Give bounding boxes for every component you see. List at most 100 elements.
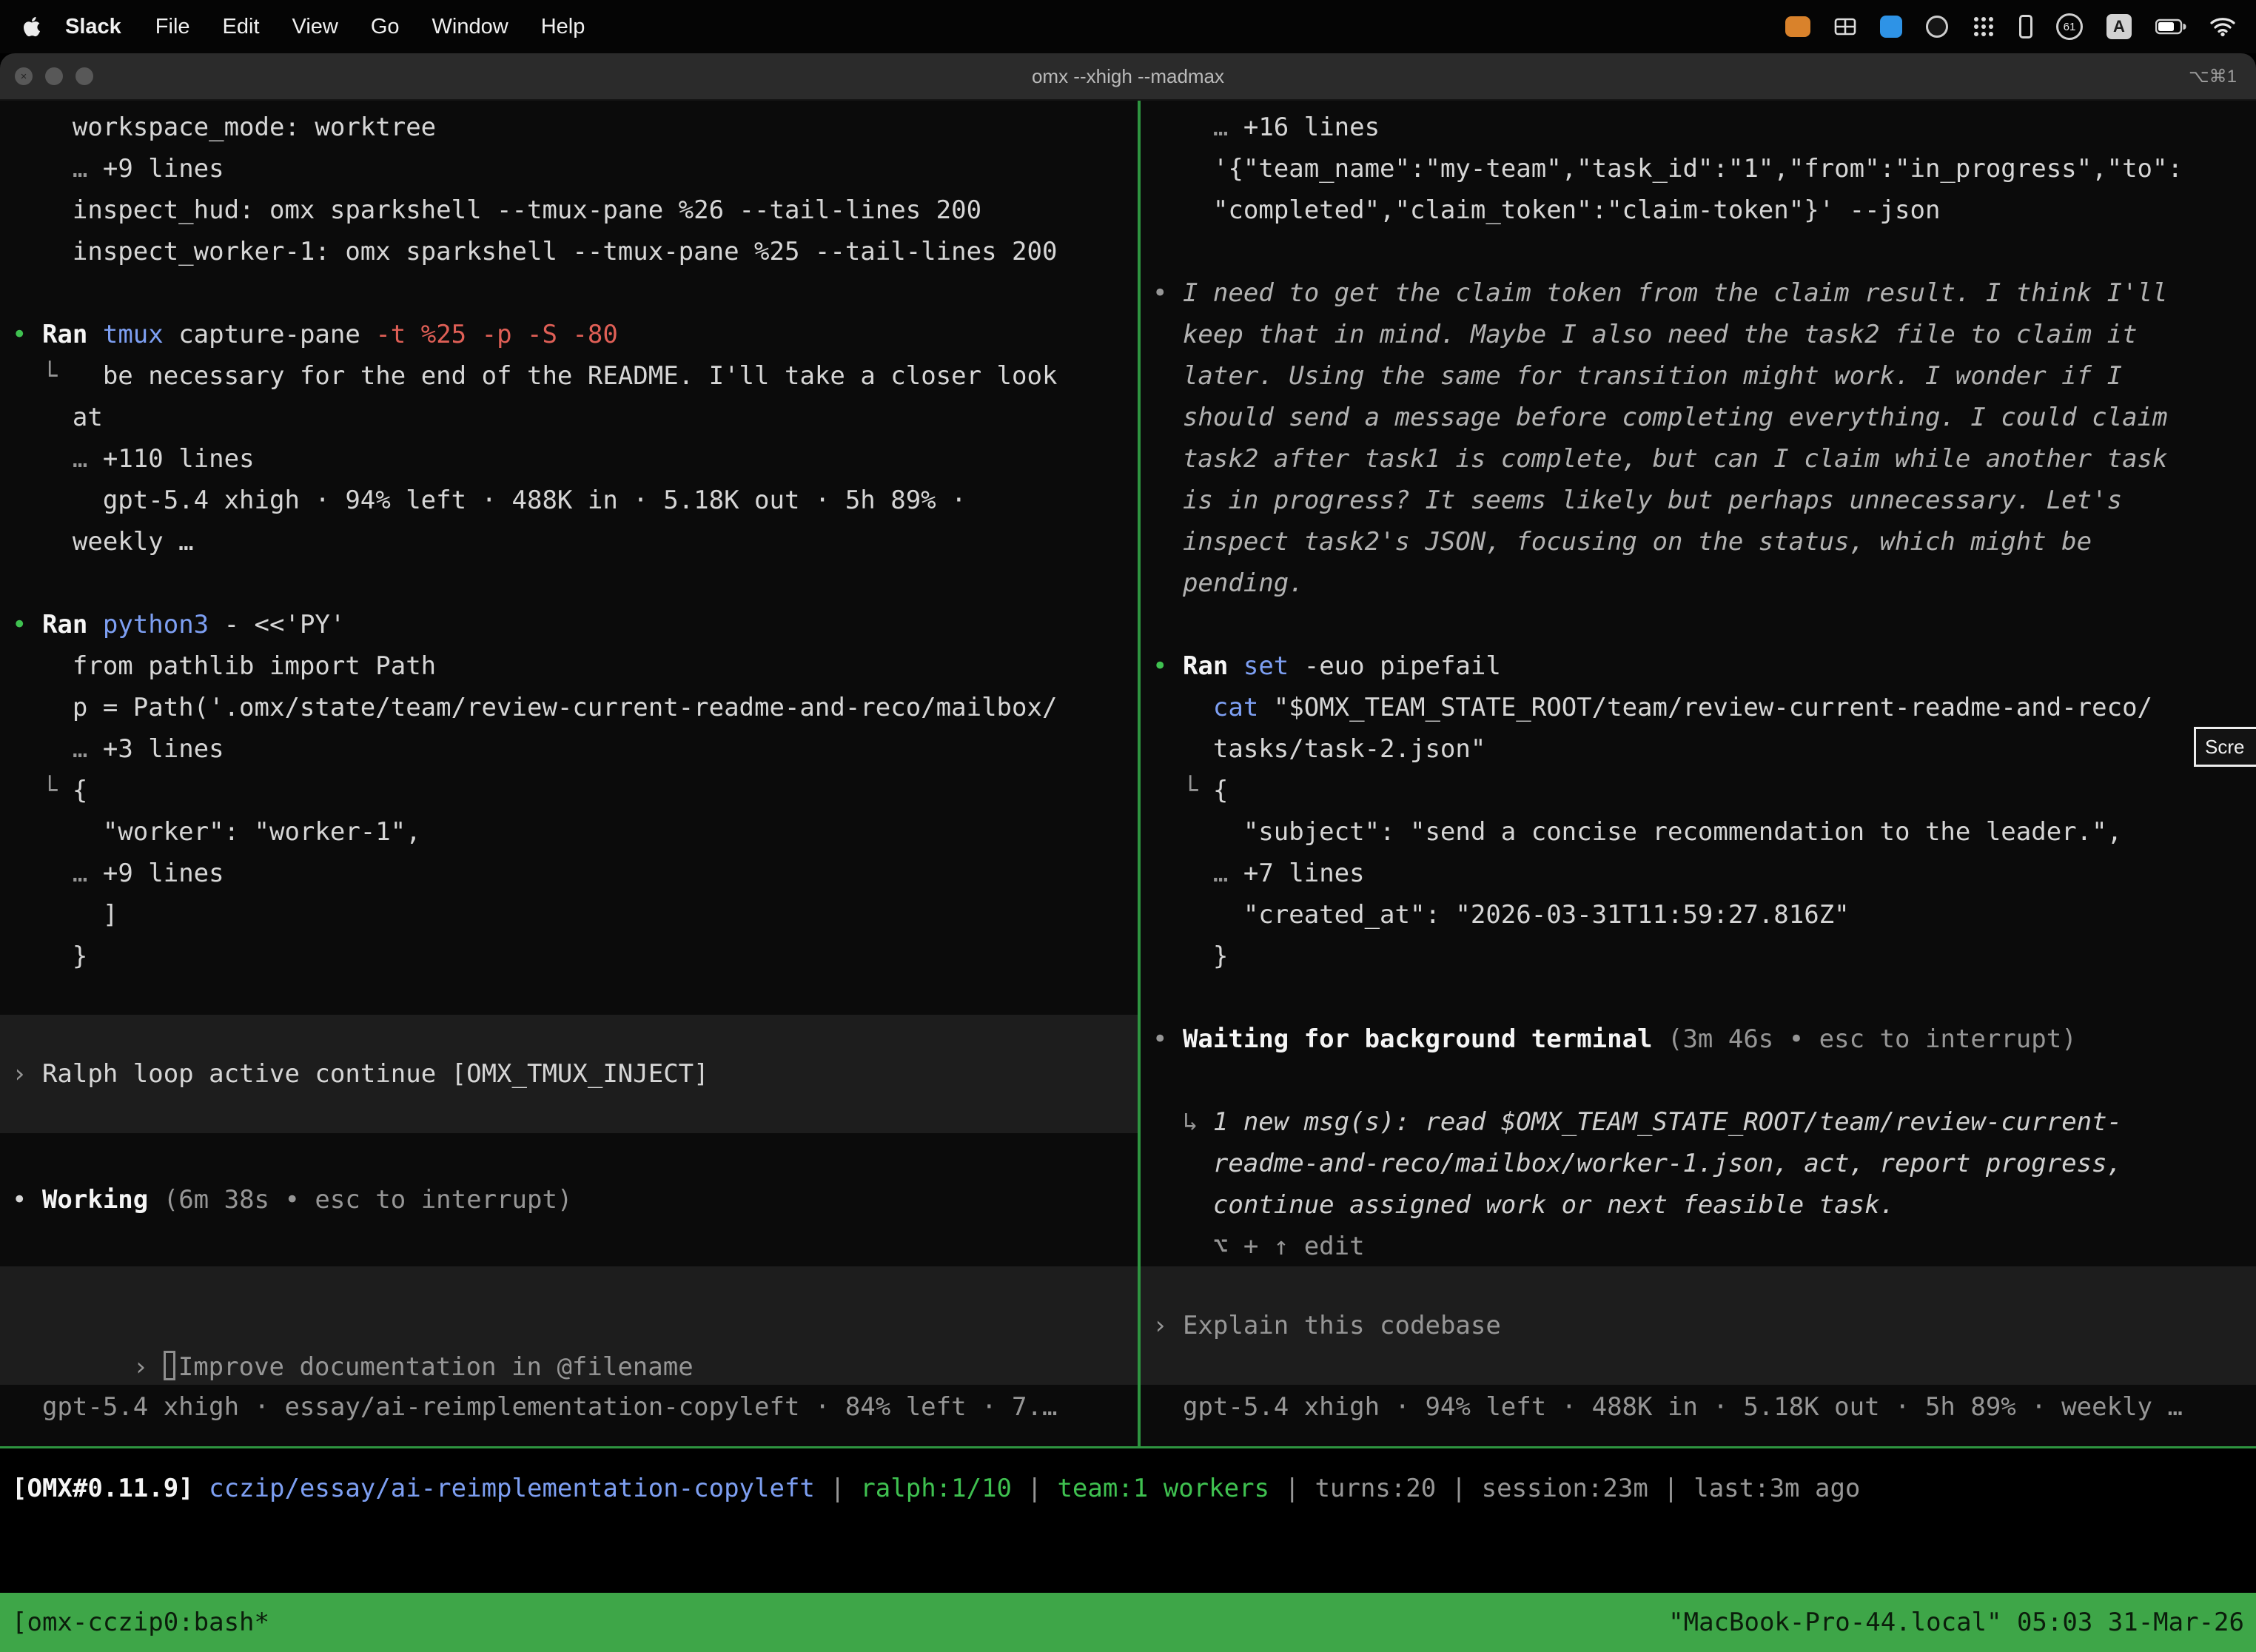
window-grid-icon[interactable] (1834, 17, 1856, 36)
terminal-line: is in progress? It seems likely but perh… (1152, 480, 2256, 521)
text-segment: ↳ (1152, 1107, 1213, 1137)
text-segment: session:23m (1482, 1474, 1648, 1503)
text-segment: - <<'PY' (224, 610, 346, 639)
battery-percent-badge[interactable]: 61 (2056, 13, 2083, 40)
text-segment: ⌥ + ↑ edit (1152, 1232, 1365, 1261)
text-segment: "completed","claim_token":"claim-token"}… (1152, 195, 1940, 225)
text-segment (12, 859, 73, 888)
text-segment: gpt-5.4 xhigh · essay/ai-reimplementatio… (12, 1392, 1057, 1422)
terminal-line: ⌥ + ↑ edit (1152, 1226, 2256, 1267)
model-status-left: gpt-5.4 xhigh · essay/ai-reimplementatio… (0, 1386, 1138, 1428)
text-segment: { (73, 776, 87, 805)
text-segment: • (1152, 278, 1183, 308)
apple-menu-icon[interactable] (22, 16, 41, 38)
text-segment: last:3m ago (1693, 1474, 1860, 1503)
text-segment: is in progress? It seems likely but perh… (1152, 486, 2122, 515)
prompt-input-left[interactable]: › Improve documentation in @filename (0, 1266, 1138, 1385)
terminal-line: "worker": "worker-1", (12, 811, 1138, 853)
blue-app-icon[interactable] (1880, 16, 1902, 38)
terminal-line: … +110 lines (12, 438, 1138, 480)
text-segment: workspace_mode: worktree (12, 113, 436, 142)
screen-share-tooltip: Scre (2194, 727, 2256, 767)
text-segment: ] (12, 900, 118, 930)
text-segment (12, 154, 73, 184)
text-segment: '{"team_name":"my-team","task_id":"1","f… (1152, 154, 2183, 184)
tmux-session-name: [omx-cczip0:bash* (12, 1608, 269, 1637)
text-segment: … (73, 444, 103, 474)
model-status-right-text: gpt-5.4 xhigh · 94% left · 488K in · 5.1… (1152, 1386, 2256, 1428)
omx-session-status-area: [OMX#0.11.9] cczip/essay/ai-reimplementa… (0, 1448, 2256, 1593)
dots-grid-icon[interactable] (1972, 15, 1995, 38)
text-segment: } (12, 941, 87, 971)
text-segment: p = Path('.omx/state/team/review-current… (12, 693, 1057, 722)
traffic-lights: × (0, 67, 93, 85)
text-segment: Ran (42, 320, 103, 349)
terminal-line: inspect_hud: omx sparkshell --tmux-pane … (12, 189, 1138, 231)
text-segment: +9 lines (103, 859, 224, 888)
window-minimize-button[interactable] (45, 67, 63, 85)
menu-help[interactable]: Help (525, 15, 602, 39)
app-menu-slack[interactable]: Slack (53, 15, 139, 39)
text-segment (1152, 113, 1213, 142)
menu-file[interactable]: File (139, 15, 207, 39)
text-segment: • (12, 1185, 42, 1215)
text-segment: └ (1152, 776, 1213, 805)
terminal-line: • Ran python3 - <<'PY' (12, 604, 1138, 645)
ralph-inject-text: › Ralph loop active continue [OMX_TMUX_I… (12, 1053, 709, 1095)
ralph-inject-banner: › Ralph loop active continue [OMX_TMUX_I… (0, 1015, 1138, 1133)
window-title: omx --xhigh --madmax (0, 65, 2256, 88)
text-segment: … (73, 734, 103, 764)
text-segment: turns:20 (1315, 1474, 1436, 1503)
terminal-line: … +9 lines (12, 148, 1138, 189)
text-segment (1152, 693, 1213, 722)
terminal-line: ] (12, 894, 1138, 936)
ring-app-icon[interactable] (1926, 16, 1948, 38)
terminal-line: inspect_worker-1: omx sparkshell --tmux-… (12, 231, 1138, 272)
text-segment: -t %25 -p -S -80 (375, 320, 618, 349)
text-segment: +3 lines (103, 734, 224, 764)
prompt-chevron: › (133, 1352, 164, 1382)
menu-view[interactable]: View (276, 15, 355, 39)
text-segment: later. Using the same for transition mig… (1152, 361, 2122, 391)
menu-bar-status-items: 61 A (1785, 13, 2235, 40)
tmux-host-and-clock: "MacBook-Pro-44.local" 05:03 31-Mar-26 (1668, 1608, 2244, 1637)
terminal-line: "subject": "send a concise recommendatio… (1152, 811, 2256, 853)
terminal-line: • Waiting for background terminal (3m 46… (1152, 1018, 2256, 1060)
screen-recording-indicator-icon[interactable] (1785, 16, 1810, 37)
text-segment: (3m 46s • esc to interrupt) (1653, 1024, 2077, 1054)
terminal-line: p = Path('.omx/state/team/review-current… (12, 687, 1138, 728)
terminal-line: from pathlib import Path (12, 645, 1138, 687)
terminal-line: … +9 lines (12, 853, 1138, 894)
tmux-pane-right[interactable]: … +16 lines '{"team_name":"my-team","tas… (1141, 101, 2256, 1446)
text-segment: readme-and-reco/mailbox/worker-1.json, a… (1152, 1149, 2122, 1178)
menu-go[interactable]: Go (355, 15, 416, 39)
prompt-placeholder: Improve documentation in @filename (178, 1352, 694, 1382)
text-segment: › (1152, 1311, 1183, 1340)
battery-icon[interactable] (2155, 19, 2186, 35)
window-zoom-button[interactable] (75, 67, 93, 85)
terminal-line: tasks/task-2.json" (1152, 728, 2256, 770)
terminal-line: } (1152, 936, 2256, 977)
text-segment: … (73, 859, 103, 888)
input-source-icon[interactable]: A (2106, 14, 2132, 39)
terminal-line: keep that in mind. Maybe I also need the… (1152, 314, 2256, 355)
menu-edit[interactable]: Edit (207, 15, 276, 39)
text-segment: +16 lines (1243, 113, 1380, 142)
window-close-button[interactable]: × (15, 67, 33, 85)
menu-window[interactable]: Window (416, 15, 525, 39)
window-titlebar: × omx --xhigh --madmax ⌥⌘1 (0, 53, 2256, 101)
terminal-line (12, 272, 1138, 314)
wifi-icon[interactable] (2210, 17, 2235, 37)
text-segment: } (1152, 941, 1228, 971)
terminal-line (12, 563, 1138, 604)
text-segment: weekly … (12, 527, 194, 557)
device-mirroring-icon[interactable] (2019, 15, 2032, 38)
text-segment: "worker": "worker-1", (12, 817, 421, 847)
terminal-line: readme-and-reco/mailbox/worker-1.json, a… (1152, 1143, 2256, 1184)
right-pane-output: … +16 lines '{"team_name":"my-team","tas… (1141, 101, 2256, 1267)
text-segment: { (1213, 776, 1228, 805)
tmux-pane-left[interactable]: workspace_mode: worktree … +9 lines insp… (0, 101, 1138, 1446)
text-segment: gpt-5.4 xhigh · 94% left · 488K in · 5.1… (1152, 1392, 2183, 1422)
terminal-line: workspace_mode: worktree (12, 107, 1138, 148)
prompt-input-right[interactable]: › Explain this codebase (1141, 1266, 2256, 1385)
